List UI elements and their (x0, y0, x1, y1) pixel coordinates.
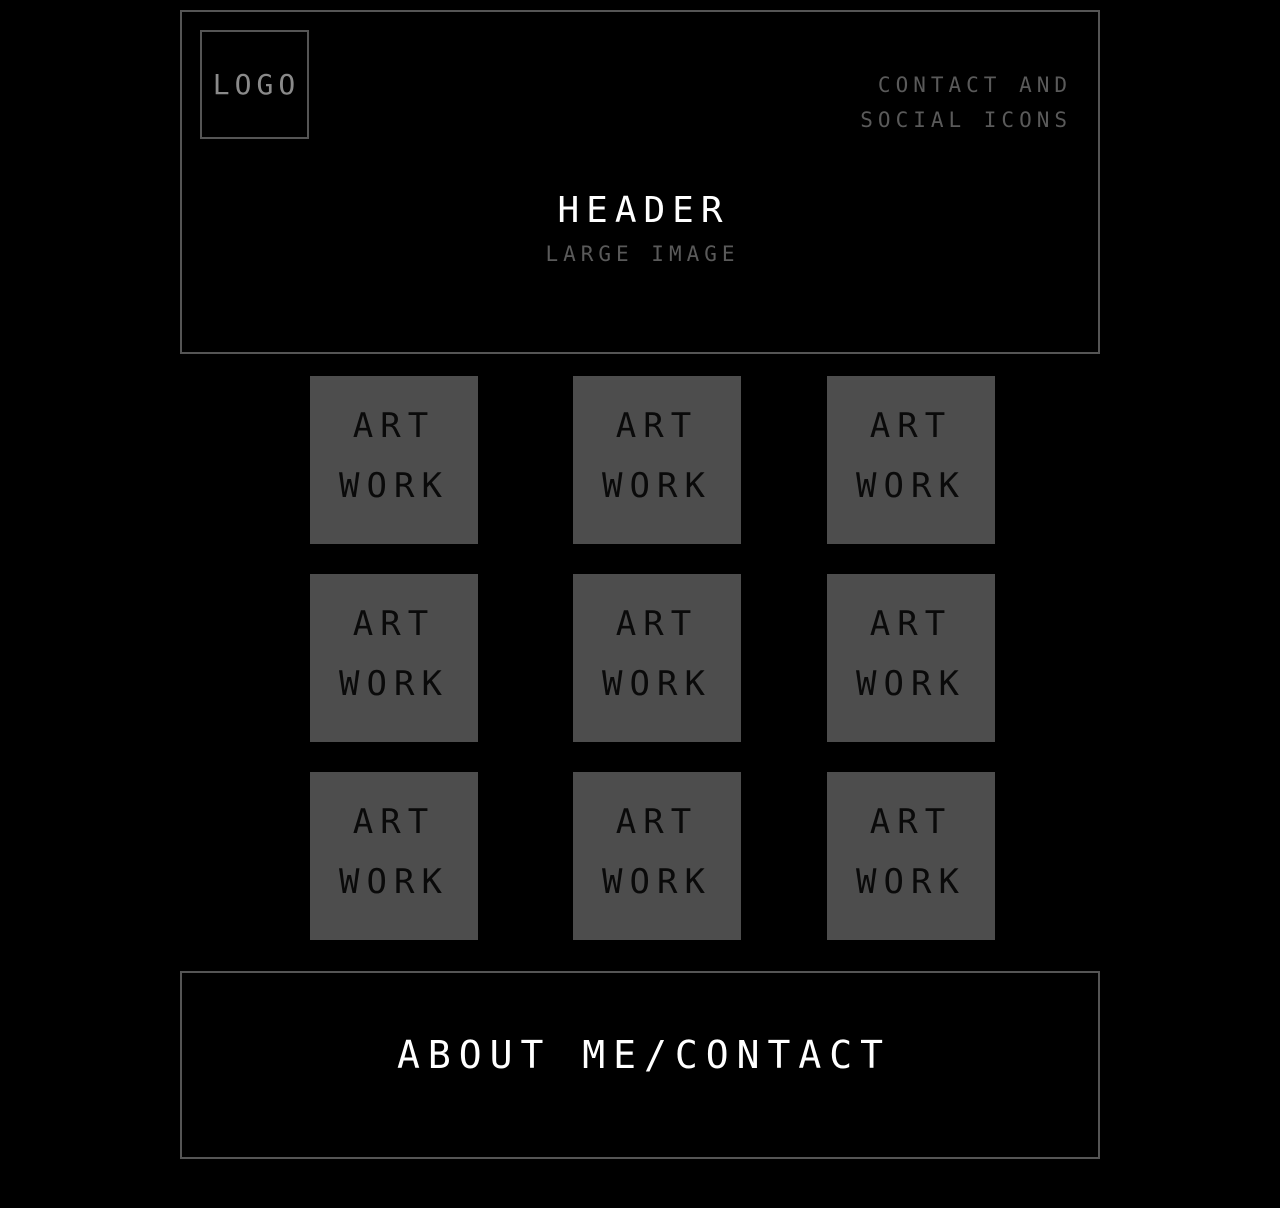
artwork-label-line-2: WORK (602, 466, 712, 506)
artwork-tile[interactable]: ART WORK (310, 574, 478, 742)
artwork-label-line-2: WORK (856, 664, 966, 704)
artwork-label-line-2: WORK (856, 466, 966, 506)
artwork-label-line-1: ART (352, 406, 436, 446)
artwork-tile[interactable]: ART WORK (827, 574, 995, 742)
artwork-tile[interactable]: ART WORK (827, 772, 995, 940)
contact-line-1: CONTACT AND (877, 73, 1072, 97)
artwork-label-line-2: WORK (856, 862, 966, 902)
contact-social-icons[interactable]: CONTACT AND SOCIAL ICONS (832, 68, 1072, 138)
logo[interactable]: LOGO (200, 30, 309, 139)
artwork-label-line-1: ART (869, 406, 953, 446)
wireframe-page: LOGO CONTACT AND SOCIAL ICONS HEADER LAR… (0, 0, 1280, 1208)
artwork-tile[interactable]: ART WORK (573, 574, 741, 742)
contact-line-2: SOCIAL ICONS (860, 108, 1072, 132)
logo-label: LOGO (212, 68, 301, 101)
artwork-label-line-2: WORK (339, 466, 449, 506)
header-section: LOGO CONTACT AND SOCIAL ICONS HEADER LAR… (180, 10, 1100, 354)
artwork-label-line-1: ART (352, 604, 436, 644)
header-title: HEADER (557, 190, 730, 231)
artwork-label-line-1: ART (615, 604, 699, 644)
artwork-label-line-1: ART (615, 802, 699, 842)
header-subtitle: LARGE IMAGE (545, 242, 740, 266)
artwork-label-line-1: ART (352, 802, 436, 842)
artwork-label-line-1: ART (869, 802, 953, 842)
artwork-label-line-1: ART (869, 604, 953, 644)
artwork-tile[interactable]: ART WORK (573, 376, 741, 544)
artwork-label-line-1: ART (615, 406, 699, 446)
about-contact-section[interactable]: ABOUT ME/CONTACT (180, 971, 1100, 1159)
artwork-label-line-2: WORK (602, 664, 712, 704)
artwork-tile[interactable]: ART WORK (827, 376, 995, 544)
artwork-label-line-2: WORK (602, 862, 712, 902)
about-contact-title: ABOUT ME/CONTACT (396, 1033, 892, 1077)
artwork-tile[interactable]: ART WORK (573, 772, 741, 940)
artwork-label-line-2: WORK (339, 862, 449, 902)
artwork-tile[interactable]: ART WORK (310, 772, 478, 940)
artwork-label-line-2: WORK (339, 664, 449, 704)
artwork-tile[interactable]: ART WORK (310, 376, 478, 544)
